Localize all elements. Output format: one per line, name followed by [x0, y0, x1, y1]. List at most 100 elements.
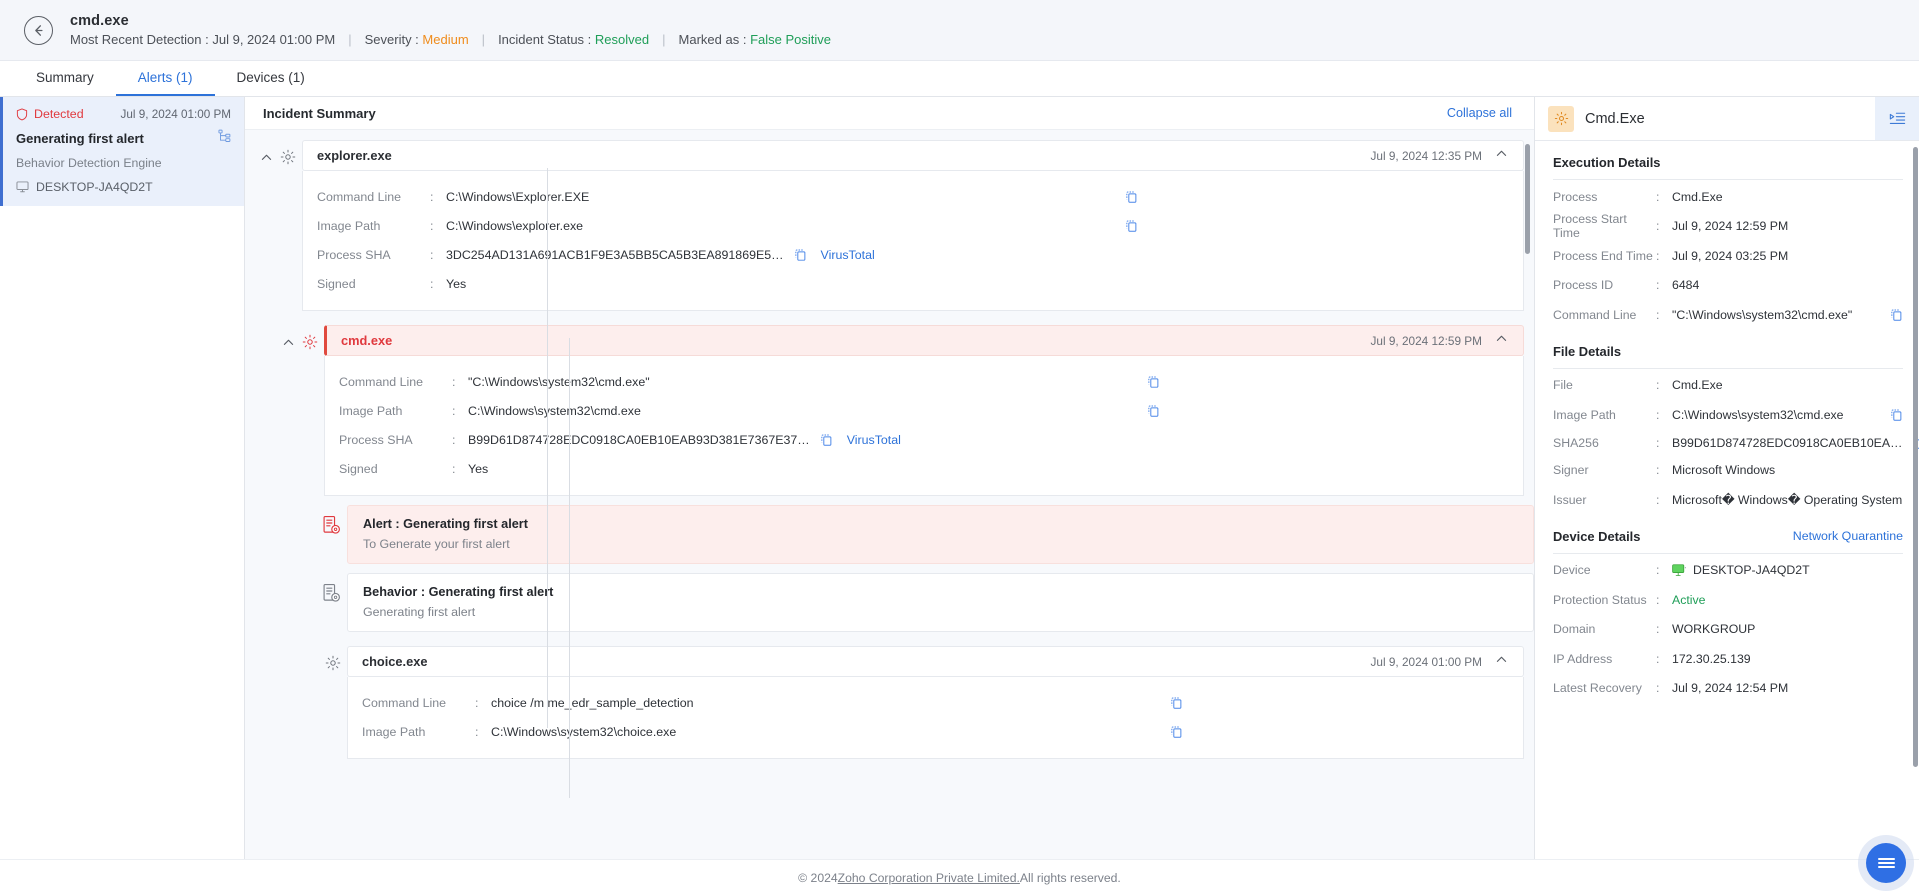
virustotal-link[interactable]: VirusTotal: [847, 433, 901, 447]
collapse-all-link[interactable]: Collapse all: [1447, 106, 1512, 120]
chevron-up-icon[interactable]: [1495, 332, 1508, 350]
gear-icon[interactable]: [280, 149, 296, 165]
detail-panel-scrollbar[interactable]: [1913, 147, 1918, 767]
section-header-file: File Details: [1553, 330, 1903, 359]
meta-separator-3: |: [662, 32, 666, 47]
alert-status-text: Detected: [34, 107, 84, 121]
header-text-group: cmd.exe Most Recent Detection : Jul 9, 2…: [70, 13, 831, 47]
process-tree-icon[interactable]: [218, 129, 231, 148]
section-divider: [1553, 552, 1903, 554]
tab-alerts[interactable]: Alerts (1): [115, 61, 215, 96]
virustotal-link[interactable]: VirusTotal: [821, 248, 875, 262]
field-value: Yes: [468, 461, 489, 476]
alert-engine: Behavior Detection Engine: [16, 156, 162, 170]
chevron-up-icon[interactable]: [1495, 653, 1508, 671]
center-scrollbar[interactable]: [1525, 144, 1530, 254]
copy-icon[interactable]: [820, 433, 833, 447]
tree-connector-branch: [569, 338, 570, 798]
detail-key: Process Start Time: [1553, 212, 1627, 241]
field-colon: :: [452, 374, 456, 389]
chevron-up-icon[interactable]: [260, 151, 273, 164]
incident-status-value: Resolved: [594, 32, 650, 47]
copy-icon[interactable]: [1125, 219, 1138, 233]
copy-icon[interactable]: [1170, 696, 1183, 710]
field-colon: :: [452, 403, 456, 418]
header-meta: Most Recent Detection : Jul 9, 2024 01:0…: [70, 32, 831, 47]
incident-detail-page: cmd.exe Most Recent Detection : Jul 9, 2…: [0, 0, 1919, 896]
process-timestamp: Jul 9, 2024 12:59 PM: [1370, 333, 1483, 348]
severity-label: Severity :: [364, 32, 419, 47]
detail-row: IP Address : 172.30.25.139: [1553, 644, 1903, 674]
alert-list-panel: Detected Jul 9, 2024 01:00 PM Generating…: [0, 97, 245, 859]
detail-colon: :: [1656, 651, 1660, 666]
field-colon: :: [452, 461, 456, 476]
detail-row: Latest Recovery : Jul 9, 2024 12:54 PM: [1553, 674, 1903, 704]
copy-icon[interactable]: [794, 248, 807, 262]
event-card[interactable]: Behavior : Generating first alert Genera…: [347, 573, 1534, 632]
footer-company-link[interactable]: Zoho Corporation Private Limited.: [838, 871, 1020, 885]
field-row: Image Path : C:\Windows\explorer.exe: [317, 211, 1508, 240]
field-key: Process SHA: [317, 247, 391, 262]
gear-icon: [1548, 105, 1574, 132]
process-body: cmd.exe Jul 9, 2024 12:59 PM Command Lin…: [324, 325, 1534, 496]
process-fields: Command Line : choice /m me_edr_sample_d…: [347, 677, 1524, 759]
back-button[interactable]: [24, 15, 53, 45]
detection-label: Most Recent Detection :: [70, 32, 209, 47]
detail-row: Command Line : "C:\Windows\system32\cmd.…: [1553, 300, 1903, 330]
status-badge: Detected: [16, 107, 84, 121]
copy-icon[interactable]: [1170, 725, 1183, 739]
chevron-up-icon[interactable]: [1495, 147, 1508, 165]
process-card-header[interactable]: explorer.exe Jul 9, 2024 12:35 PM: [302, 140, 1524, 171]
copy-icon[interactable]: [1125, 190, 1138, 204]
incident-summary-title: Incident Summary: [263, 105, 376, 121]
process-card-right: Jul 9, 2024 12:35 PM: [1371, 147, 1509, 165]
detail-colon: :: [1656, 378, 1660, 393]
chevron-up-icon[interactable]: [282, 336, 295, 349]
incident-status-label: Incident Status :: [498, 32, 592, 47]
event-card[interactable]: Alert : Generating first alert To Genera…: [347, 505, 1534, 564]
detail-row: Domain : WORKGROUP: [1553, 615, 1903, 645]
page-footer: © 2024 Zoho Corporation Private Limited.…: [0, 859, 1919, 896]
network-quarantine-link[interactable]: Network Quarantine: [1793, 529, 1903, 543]
alert-status-row: Detected Jul 9, 2024 01:00 PM: [16, 107, 231, 121]
process-name: choice.exe: [362, 654, 428, 669]
field-key: Image Path: [317, 218, 381, 233]
tab-summary[interactable]: Summary: [14, 61, 116, 96]
section-title: Execution Details: [1553, 155, 1661, 170]
list-item[interactable]: Detected Jul 9, 2024 01:00 PM Generating…: [0, 97, 244, 206]
detail-key: File: [1553, 378, 1573, 393]
tab-devices[interactable]: Devices (1): [215, 61, 327, 96]
field-row: Signed : Yes: [317, 269, 1508, 298]
detail-colon: :: [1656, 681, 1660, 696]
gear-icon[interactable]: [325, 655, 341, 671]
process-card-header[interactable]: choice.exe Jul 9, 2024 01:00 PM: [347, 646, 1524, 677]
process-card-header[interactable]: cmd.exe Jul 9, 2024 12:59 PM: [324, 325, 1524, 356]
copy-icon[interactable]: [1890, 408, 1903, 422]
event-subtitle: Generating first alert: [363, 605, 476, 619]
detail-key: SHA256: [1553, 435, 1599, 450]
copy-icon[interactable]: [1147, 375, 1160, 389]
process-block-explorer: explorer.exe Jul 9, 2024 12:35 PM Comman…: [245, 140, 1534, 311]
footer-copyright-suffix: All rights reserved.: [1019, 871, 1121, 885]
detail-row: Process Start Time : Jul 9, 2024 12:59 P…: [1553, 212, 1903, 242]
detail-value: 172.30.25.139: [1672, 651, 1751, 666]
gear-icon[interactable]: [302, 334, 318, 350]
section-divider: [1553, 179, 1903, 180]
meta-separator-1: |: [348, 32, 352, 47]
detail-key: IP Address: [1553, 651, 1613, 666]
copy-icon[interactable]: [1890, 308, 1903, 322]
field-row: Process SHA : B99D61D874728EDC0918CA0EB1…: [339, 425, 1508, 454]
copy-icon[interactable]: [1147, 404, 1160, 418]
help-menu-fab[interactable]: [1866, 843, 1906, 883]
incident-summary-scroll[interactable]: explorer.exe Jul 9, 2024 12:35 PM Comman…: [245, 130, 1534, 859]
field-row: Image Path : C:\Windows\system32\choice.…: [362, 717, 1508, 746]
process-name: cmd.exe: [341, 333, 393, 348]
field-row: Command Line : choice /m me_edr_sample_d…: [362, 688, 1508, 717]
panel-expand-icon[interactable]: [1875, 97, 1919, 140]
detail-key: Domain: [1553, 622, 1596, 637]
process-name: explorer.exe: [317, 148, 392, 163]
detail-key: Process: [1553, 189, 1598, 204]
event-gutter: [290, 505, 347, 535]
detail-panel-scroll[interactable]: Execution Details Process : Cmd.Exe Proc…: [1535, 141, 1919, 859]
detection-value: Jul 9, 2024 01:00 PM: [212, 32, 336, 47]
